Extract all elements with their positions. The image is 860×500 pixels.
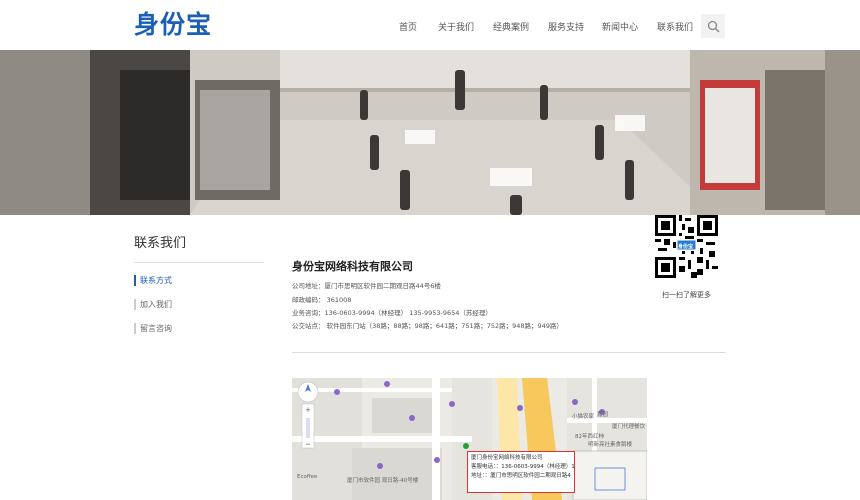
map-label-restaurant: 明新亮社素食鹅楼: [588, 442, 633, 448]
search-button[interactable]: [701, 14, 725, 38]
bus-stops: 公交站点： 软件园东门站（38路；88路；98路；641路；751路；752路；…: [292, 322, 563, 330]
popup-address: 地址：：厦门市思明区软件园二期观日路4: [471, 473, 571, 479]
nav-support[interactable]: 服务支持: [548, 20, 598, 33]
postal-code: 邮政编码： 361008: [292, 296, 352, 304]
qr-badge: 身份宝: [678, 244, 694, 250]
sidebar-divider: [134, 262, 264, 263]
company-address: 公司地址：厦门市思明区软件园二期观日路44号6楼: [292, 282, 441, 290]
site-header: 身份宝 首页 关于我们 经典案例 服务支持 新闻中心 联系我们: [0, 0, 860, 50]
business-phone: 业务咨询：136-0603-9994（林经理） 135-9953-9654（苏经…: [292, 309, 492, 317]
zoom-in-icon: +: [305, 405, 310, 415]
map-label-tomato: 82年西红柿: [575, 434, 604, 440]
sidebar-item-message[interactable]: 留言咨询: [134, 323, 172, 334]
sidebar-item-contact[interactable]: 联系方式: [134, 275, 172, 286]
search-icon: [707, 20, 720, 33]
section-divider: [292, 352, 726, 353]
map-label-jiayuan: 嘉园: [597, 412, 609, 418]
nav-home[interactable]: 首页: [399, 20, 439, 33]
company-name: 身份宝网络科技有限公司: [292, 260, 413, 273]
map-label-xiaomao: 小猫农家: [572, 414, 595, 420]
map-label-agency: 厦门代理餐饮: [612, 424, 646, 430]
qr-code: 身份宝: [655, 215, 718, 278]
site-logo[interactable]: 身份宝: [134, 10, 212, 40]
sidebar-item-join[interactable]: 加入我们: [134, 299, 172, 310]
map-marker-icon: [463, 443, 469, 449]
map-label-building: 厦门市软件园 观日路-40号楼: [347, 478, 419, 484]
mall-scene-image: [0, 50, 860, 215]
popup-company: 厦门身份宝网络科技有限公司: [471, 455, 543, 461]
nav-about[interactable]: 关于我们: [438, 20, 488, 33]
sidebar-title: 联系我们: [134, 236, 187, 251]
zoom-out-icon: −: [305, 439, 310, 449]
hero-banner: [0, 50, 860, 215]
nav-contact[interactable]: 联系我们: [657, 20, 707, 33]
map-info-popup[interactable]: 厦门身份宝网络科技有限公司 客服电话：：136-0603-9994（林经理）1 …: [467, 451, 575, 493]
nav-news[interactable]: 新闻中心: [602, 20, 652, 33]
nav-cases[interactable]: 经典案例: [493, 20, 543, 33]
map-label-coffee: Ecoffee: [297, 474, 318, 480]
popup-phone: 客服电话：：136-0603-9994（林经理）1: [471, 464, 575, 470]
qr-caption: 扫一扫了解更多: [662, 291, 711, 299]
